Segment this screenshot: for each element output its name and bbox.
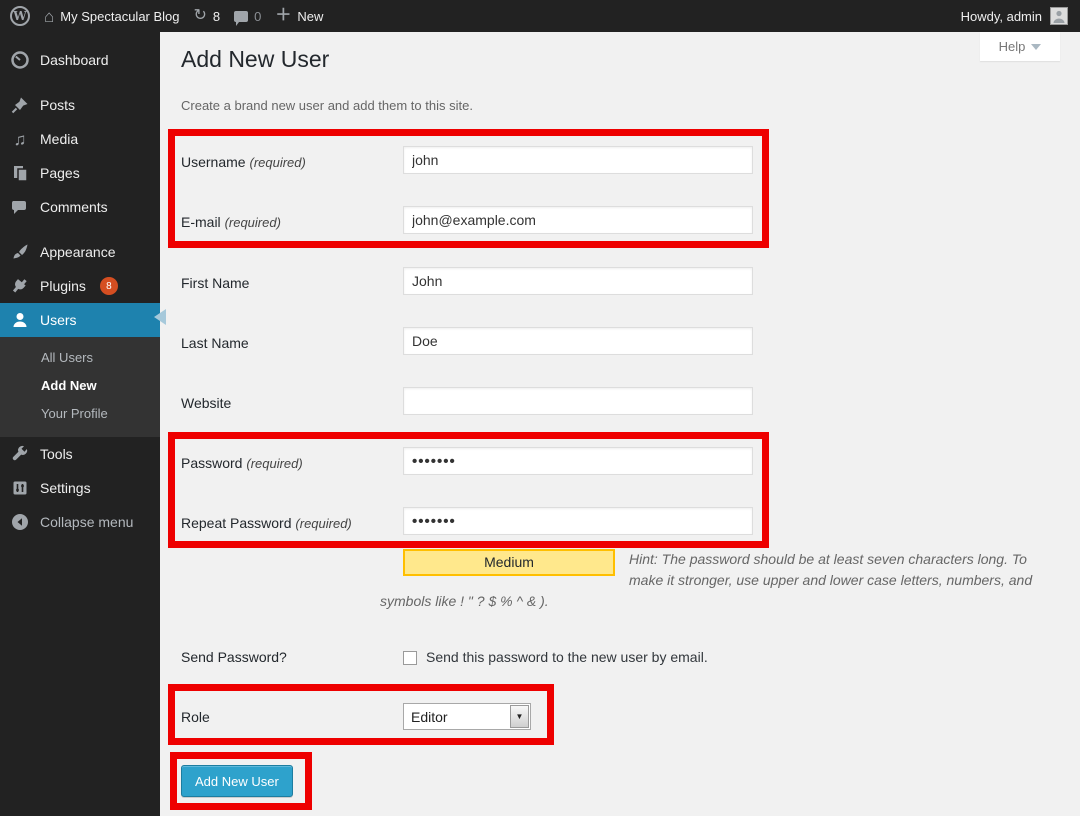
users-submenu: All Users Add New Your Profile [0,337,160,437]
plus-icon: ＋ [275,8,291,24]
howdy-admin-link[interactable]: Howdy, admin [961,9,1042,24]
last-name-input[interactable] [403,327,753,355]
current-menu-arrow [154,309,166,325]
sidebar-label: Media [40,131,78,147]
main-content: Help Add New User Create a brand new use… [160,32,1080,816]
send-password-checkbox[interactable] [403,651,417,665]
site-name: My Spectacular Blog [60,9,179,24]
sidebar-item-tools[interactable]: Tools [0,437,160,471]
updates-count: 8 [213,9,220,24]
help-label: Help [999,39,1026,54]
sidebar-item-plugins[interactable]: Plugins 8 [0,269,160,303]
appearance-icon [10,242,30,262]
plugin-icon [10,276,30,296]
sidebar-label: Pages [40,165,80,181]
website-label: Website [181,395,396,411]
sidebar-label: Dashboard [40,52,109,68]
home-icon: ⌂ [44,8,54,25]
sidebar-label: Appearance [40,244,116,260]
comments-link[interactable]: 0 [234,9,261,24]
wordpress-admin-page: W ⌂ My Spectacular Blog ↻ 8 0 ＋ New Howd… [0,0,1080,816]
sidebar-item-posts[interactable]: Posts [0,88,160,122]
submenu-item-all-users[interactable]: All Users [0,344,160,372]
person-icon [1051,8,1067,24]
avatar[interactable] [1050,7,1068,25]
sidebar-label: Comments [40,199,108,215]
pages-icon [10,163,30,183]
sidebar-item-media[interactable]: ♫ Media [0,122,160,156]
sidebar-label: Posts [40,97,75,113]
sidebar-item-pages[interactable]: Pages [0,156,160,190]
site-name-link[interactable]: ⌂ My Spectacular Blog [44,8,180,25]
media-icon: ♫ [10,129,30,149]
admin-sidebar: Dashboard Posts ♫ Media Pages Comments [0,32,160,816]
role-selected-value: Editor [404,709,510,725]
send-password-label: Send Password? [181,649,396,665]
submenu-item-your-profile[interactable]: Your Profile [0,400,160,428]
sidebar-item-dashboard[interactable]: Dashboard [0,43,160,77]
sidebar-label: Tools [40,446,73,462]
tools-icon [10,444,30,464]
last-name-label: Last Name [181,335,396,351]
email-input[interactable] [403,206,753,234]
add-new-user-button[interactable]: Add New User [181,765,293,797]
role-select[interactable]: Editor ▼ [403,703,531,730]
first-name-input[interactable] [403,267,753,295]
sidebar-label: Settings [40,480,91,496]
help-button[interactable]: Help [980,32,1060,61]
sidebar-item-comments[interactable]: Comments [0,190,160,224]
repeat-password-label: Repeat Password (required) [181,515,396,531]
repeat-password-input[interactable] [403,507,753,535]
username-input[interactable] [403,146,753,174]
page-description: Create a brand new user and add them to … [181,98,473,113]
users-icon [10,310,30,330]
sidebar-label: Users [40,312,77,328]
updates-link[interactable]: ↻ 8 [194,8,221,24]
comments-bubble-icon [234,11,248,22]
new-content-link[interactable]: ＋ New [275,8,323,24]
collapse-icon [10,512,30,532]
settings-icon [10,478,30,498]
updates-icon: ↻ [194,8,207,24]
role-label: Role [181,709,396,725]
password-input[interactable] [403,447,753,475]
sidebar-item-appearance[interactable]: Appearance [0,235,160,269]
password-strength-indicator: Medium [403,549,615,576]
wordpress-menu[interactable]: W [10,6,30,26]
new-label: New [297,9,323,24]
sidebar-label: Plugins [40,278,86,294]
email-label: E-mail (required) [181,214,396,230]
password-hint-row: Medium Hint: The password should be at l… [380,549,1038,612]
page-title: Add New User [181,46,329,73]
submenu-item-add-new[interactable]: Add New [0,372,160,400]
chevron-down-icon [1031,44,1041,50]
comments-icon [10,197,30,217]
pin-icon [10,95,30,115]
password-label: Password (required) [181,455,396,471]
username-label: Username (required) [181,154,396,170]
wordpress-logo-icon: W [10,6,30,26]
first-name-label: First Name [181,275,396,291]
admin-bar: W ⌂ My Spectacular Blog ↻ 8 0 ＋ New Howd… [0,0,1080,32]
dropdown-arrow-icon: ▼ [510,705,529,728]
send-password-checkbox-label: Send this password to the new user by em… [426,649,708,665]
plugins-update-badge: 8 [100,277,118,295]
sidebar-label: Collapse menu [40,514,133,530]
sidebar-item-users[interactable]: Users [0,303,160,337]
dashboard-icon [10,50,30,70]
website-input[interactable] [403,387,753,415]
sidebar-item-settings[interactable]: Settings [0,471,160,505]
sidebar-item-collapse-menu[interactable]: Collapse menu [0,505,160,539]
comments-count: 0 [254,9,261,24]
